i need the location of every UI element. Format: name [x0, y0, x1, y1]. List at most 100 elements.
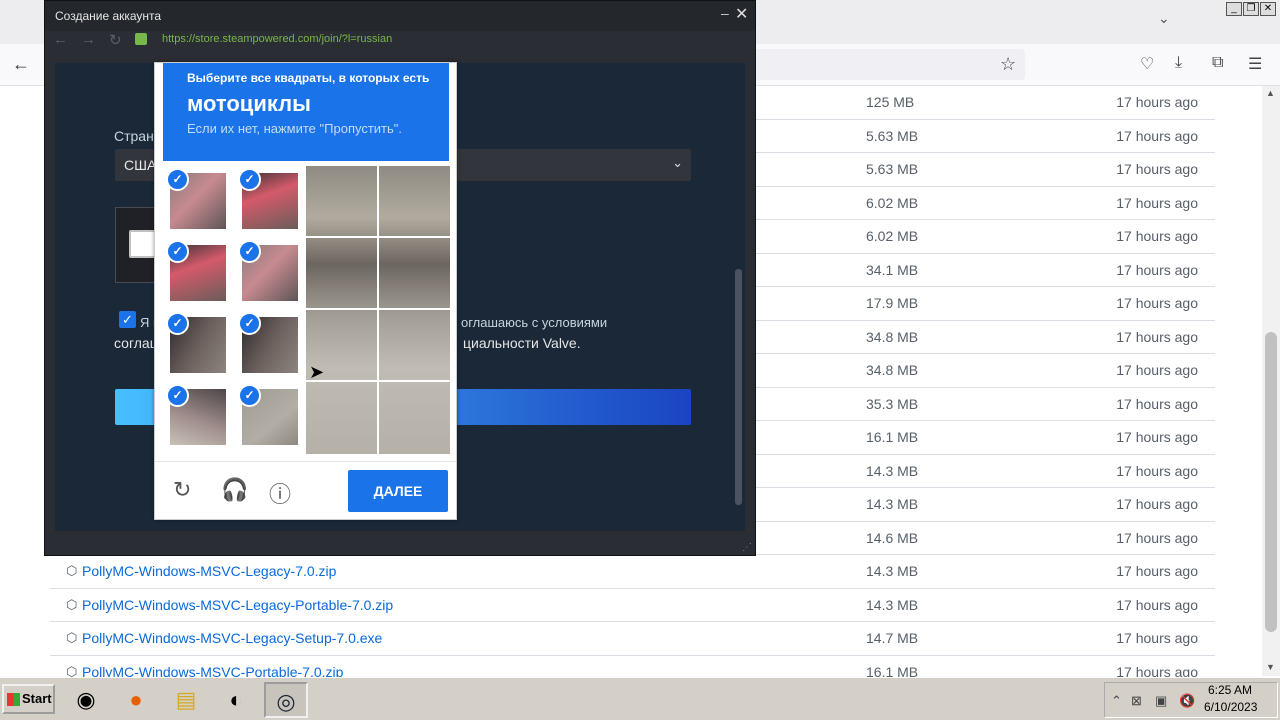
reload-challenge-icon[interactable]: ↻	[173, 477, 191, 503]
asset-time: 17 hours ago	[1116, 362, 1198, 378]
grid-line	[306, 380, 450, 382]
asset-time: 17 hours ago	[1116, 462, 1198, 479]
asset-time: 17 hours ago	[1116, 228, 1198, 244]
page-scrollbar[interactable]: ▲ ▼	[1262, 86, 1280, 676]
selected-check-icon: ✓	[166, 240, 189, 263]
asset-size: 14.3 MB	[866, 462, 919, 479]
package-icon: ⬡	[66, 630, 78, 645]
steam-icon[interactable]: ◎	[264, 682, 308, 718]
firefox-icon[interactable]: ●	[114, 682, 158, 718]
asset-time: 17 hours ago	[1116, 395, 1198, 412]
chevron-down-icon: ⌄	[672, 155, 683, 170]
taskbar: Start ◉ ● ▤ ◐ ◎ ⌃ ⊠ ▣ 🔇	[0, 677, 1280, 720]
table-row: ⬡ PollyMC-Windows-MSVC-Legacy-7.0.zip 14.3…	[50, 555, 1215, 589]
selected-check-icon: ✓	[238, 312, 261, 335]
asset-size: 35.3 MB	[866, 395, 919, 412]
info-icon[interactable]: ⓘ	[269, 477, 291, 509]
start-label: Start	[22, 691, 52, 706]
asset-time: 17 hours ago	[1116, 161, 1198, 177]
challenge-footer-divider	[155, 461, 456, 462]
popup-close-button[interactable]: ✕	[735, 4, 748, 24]
asset-link[interactable]: PollyMC-Windows-MSVC-Legacy-7.0.zip	[82, 563, 336, 579]
list-all-tabs-icon[interactable]: ⌄	[1158, 10, 1170, 27]
minimize-window-button[interactable]: _	[1226, 2, 1242, 16]
asset-size: 5.63 MB	[866, 127, 919, 144]
volume-muted-icon[interactable]: 🔇	[1179, 693, 1195, 709]
popup-forward-icon[interactable]: →	[81, 31, 96, 48]
network-error-icon[interactable]: ⊠	[1131, 693, 1142, 709]
asset-time: 17 hours ago	[1116, 496, 1198, 512]
asset-size: 6.02 MB	[866, 228, 919, 244]
asset-size: 14.3 MB	[866, 496, 919, 512]
asset-time: 17 hours ago	[1116, 194, 1198, 211]
audio-challenge-icon[interactable]: 🎧	[221, 477, 248, 503]
popup-titlebar: Создание аккаунта – ✕	[45, 1, 755, 31]
mirror-icon[interactable]: ◐	[214, 682, 258, 718]
mouse-cursor-icon: ➤	[309, 362, 325, 382]
challenge-target: мотоциклы	[187, 91, 311, 116]
pocket-icon[interactable]: ♡	[1140, 54, 1154, 74]
selected-check-icon: ✓	[238, 384, 261, 407]
clock-time[interactable]: 6:25 AM	[1208, 683, 1252, 697]
asset-size: 14.7 MB	[866, 630, 919, 646]
captcha-image-grid[interactable]	[306, 166, 450, 454]
asset-time: 17 hours ago	[1116, 630, 1198, 646]
table-row: ⬡ PollyMC-Windows-MSVC-Legacy-Portable-7.…	[50, 589, 1215, 622]
asset-size: 16.1 MB	[866, 429, 919, 445]
asset-link[interactable]: PollyMC-Windows-MSVC-Legacy-Portable-7.0…	[82, 597, 393, 613]
network-icon[interactable]: ▣	[1155, 693, 1167, 709]
recaptcha-checkbox[interactable]	[129, 230, 157, 258]
popup-scrollbar-thumb[interactable]	[735, 269, 742, 505]
challenge-header: Выберите все квадраты, в которых есть мо…	[163, 63, 449, 161]
table-row: ⬡ PollyMC-Windows-MSVC-Legacy-Setup-7.0.e…	[50, 622, 1215, 656]
bookmark-star-icon[interactable]: ☆	[1000, 54, 1016, 75]
selected-check-icon: ✓	[166, 312, 189, 335]
selected-check-icon: ✓	[238, 240, 261, 263]
next-button[interactable]: ДАЛЕЕ	[348, 470, 448, 512]
popup-title: Создание аккаунта	[55, 9, 162, 23]
scroll-down-icon[interactable]: ▼	[1266, 662, 1275, 672]
package-icon: ⬡	[66, 596, 78, 612]
selected-check-icon: ✓	[166, 384, 189, 407]
popup-scrollbar[interactable]	[733, 61, 743, 531]
asset-size: 14.3 MB	[866, 596, 919, 613]
popup-back-icon[interactable]: ←	[53, 31, 68, 48]
asset-size: 34.1 MB	[866, 261, 919, 278]
popup-reload-icon[interactable]: ↻	[109, 31, 122, 49]
selected-check-icon: ✓	[238, 168, 261, 191]
challenge-hint: Если их нет, нажмите "Пропустить".	[187, 121, 403, 136]
menu-icon[interactable]: ☰	[1248, 54, 1262, 74]
extensions-icon[interactable]: ⧉	[1212, 54, 1223, 72]
asset-time: 17 hours ago	[1116, 295, 1198, 311]
show-hidden-icons-icon[interactable]: ⌃	[1111, 693, 1122, 709]
back-icon[interactable]: ←	[12, 54, 30, 75]
scroll-up-icon[interactable]: ▲	[1266, 88, 1275, 98]
asset-time: 17 hours ago	[1116, 529, 1198, 546]
chrome-icon[interactable]: ◉	[64, 682, 108, 718]
asset-time: 17 hours ago	[1116, 328, 1198, 345]
grid-line	[306, 308, 450, 310]
page-scrollbar-thumb[interactable]	[1265, 332, 1277, 632]
agree-checkbox[interactable]: ✓	[119, 311, 136, 328]
privacy-policy-link[interactable]: циальности Valve.	[463, 335, 581, 351]
asset-size: 34.8 MB	[866, 328, 919, 345]
challenge-instruction: Выберите все квадраты, в которых есть	[187, 71, 430, 85]
popup-minimize-button[interactable]: –	[721, 5, 729, 21]
grid-line	[306, 236, 450, 238]
selected-check-icon: ✓	[166, 168, 189, 191]
secure-lock-icon	[135, 33, 147, 45]
address-bar[interactable]	[740, 49, 1025, 80]
resize-grip-icon[interactable]: ⋰	[742, 542, 752, 553]
downloads-icon[interactable]: ⤓	[1175, 54, 1182, 72]
restore-window-button[interactable]: ❐	[1243, 2, 1259, 16]
clock-date[interactable]: 6/10/2023	[1204, 700, 1257, 714]
recaptcha-challenge: Выберите все квадраты, в которых есть мо…	[154, 62, 457, 520]
package-icon: ⬡	[66, 563, 78, 578]
folder-icon[interactable]: ▤	[164, 682, 208, 718]
asset-link[interactable]: PollyMC-Windows-MSVC-Legacy-Setup-7.0.ex…	[82, 630, 382, 646]
grid-line	[377, 166, 379, 454]
close-window-button[interactable]: ✕	[1260, 2, 1276, 16]
popup-url: https://store.steampowered.com/join/?l=r…	[162, 33, 393, 45]
asset-time: 17 hours ago	[1116, 596, 1198, 613]
start-button[interactable]: Start	[2, 684, 55, 714]
